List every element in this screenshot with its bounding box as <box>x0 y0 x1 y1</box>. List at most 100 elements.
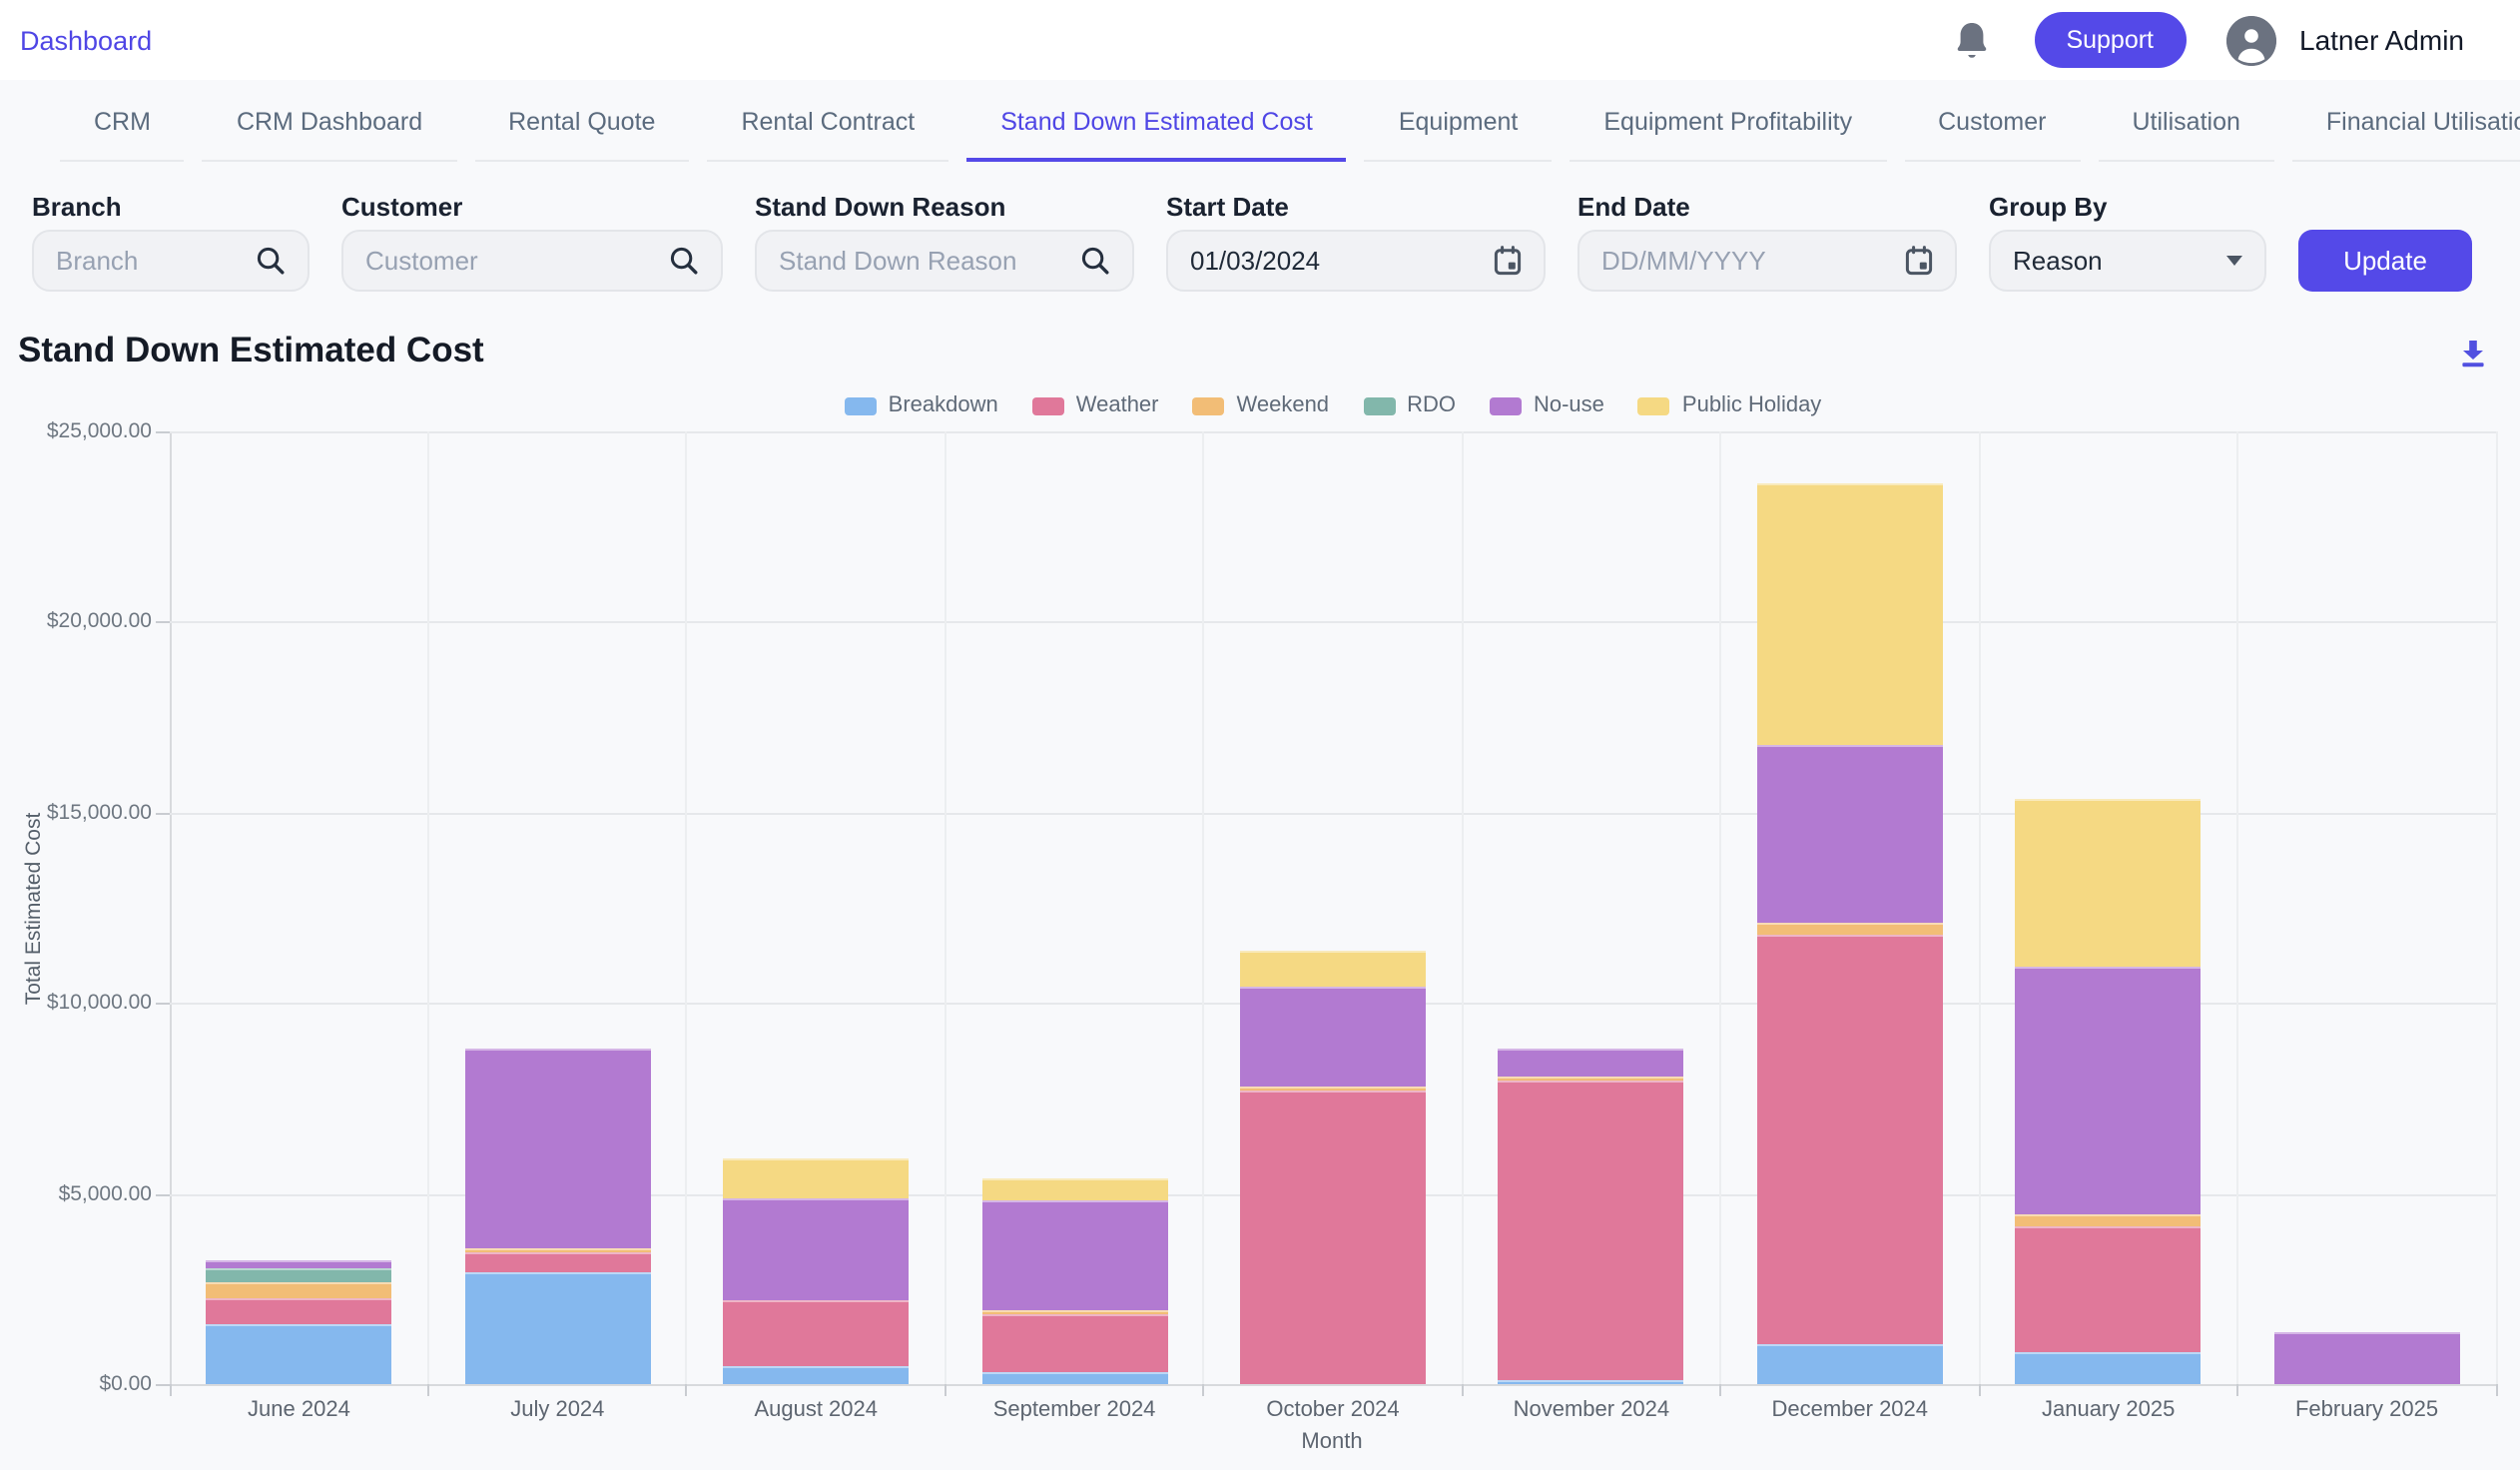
bar-segment-weather-july-2024[interactable] <box>464 1251 650 1272</box>
bell-icon <box>1952 19 1990 61</box>
x-tick-label-november-2024: November 2024 <box>1514 1398 1670 1422</box>
y-tick-label: $25,000.00 <box>0 419 152 443</box>
bar-segment-breakdown-november-2024[interactable] <box>1499 1381 1684 1384</box>
legend-label-no-use: No-use <box>1534 393 1604 417</box>
tab-stand-down-estimated-cost[interactable]: Stand Down Estimated Cost <box>966 84 1347 162</box>
tab-crm[interactable]: CRM <box>60 84 185 162</box>
download-icon <box>2456 338 2490 371</box>
x-tick-mark <box>945 1384 946 1396</box>
bar-segment-weather-september-2024[interactable] <box>981 1314 1167 1372</box>
bar-segment-weekend-november-2024[interactable] <box>1499 1076 1684 1080</box>
legend-label-weather: Weather <box>1076 393 1159 417</box>
x-tick-mark <box>686 1384 688 1396</box>
x-tick-mark <box>169 1384 171 1396</box>
tab-equipment[interactable]: Equipment <box>1365 84 1553 162</box>
tab-equipment-profitability[interactable]: Equipment Profitability <box>1570 84 1886 162</box>
dashboard-link[interactable]: Dashboard <box>20 25 152 55</box>
bar-segment-weather-november-2024[interactable] <box>1499 1080 1684 1381</box>
legend-label-breakdown: Breakdown <box>889 393 998 417</box>
bar-segment-weekend-july-2024[interactable] <box>464 1247 650 1251</box>
customer-input[interactable]: Customer <box>341 230 723 292</box>
header-right: Support Latner Admin <box>1952 12 2464 68</box>
legend-label-public-holiday: Public Holiday <box>1682 393 1821 417</box>
stand-down-reason-input[interactable]: Stand Down Reason <box>755 230 1134 292</box>
update-button[interactable]: Update <box>2298 230 2472 292</box>
tab-rental-contract[interactable]: Rental Contract <box>707 84 948 162</box>
start-date-input[interactable]: 01/03/2024 <box>1166 230 1546 292</box>
bar-segment-no-use-november-2024[interactable] <box>1499 1048 1684 1076</box>
bar-segment-no-use-october-2024[interactable] <box>1240 987 1426 1087</box>
bar-segment-weather-june-2024[interactable] <box>206 1299 391 1325</box>
tab-bar: CRMCRM DashboardRental QuoteRental Contr… <box>0 84 2520 162</box>
bar-segment-no-use-july-2024[interactable] <box>464 1049 650 1247</box>
y-tick-mark <box>156 1003 170 1005</box>
tab-rental-quote[interactable]: Rental Quote <box>474 84 689 162</box>
bar-segment-breakdown-july-2024[interactable] <box>464 1272 650 1384</box>
download-chart-button[interactable] <box>2456 338 2490 371</box>
bar-segment-public-holiday-october-2024[interactable] <box>1240 952 1426 987</box>
bar-segment-weekend-december-2024[interactable] <box>1757 923 1943 936</box>
search-icon <box>669 246 699 276</box>
bar-segment-breakdown-january-2025[interactable] <box>2016 1352 2202 1384</box>
branch-input[interactable]: Branch <box>32 230 310 292</box>
group-by-select[interactable]: Reason <box>1989 230 2266 292</box>
gridline-h <box>170 622 2496 624</box>
legend-item-weekend[interactable]: Weekend <box>1193 393 1330 417</box>
bar-segment-no-use-september-2024[interactable] <box>981 1200 1167 1311</box>
tab-crm-dashboard[interactable]: CRM Dashboard <box>203 84 456 162</box>
x-tick-mark <box>1719 1384 1721 1396</box>
legend-item-weather[interactable]: Weather <box>1032 393 1159 417</box>
bar-segment-public-holiday-september-2024[interactable] <box>981 1179 1167 1200</box>
branch-placeholder: Branch <box>56 246 138 276</box>
tab-customer[interactable]: Customer <box>1904 84 2080 162</box>
x-tick-label-august-2024: August 2024 <box>754 1398 878 1422</box>
x-tick-label-june-2024: June 2024 <box>248 1398 350 1422</box>
bar-segment-no-use-february-2025[interactable] <box>2274 1332 2460 1384</box>
gridline-v <box>945 431 946 1384</box>
legend-label-weekend: Weekend <box>1237 393 1330 417</box>
bar-segment-weather-december-2024[interactable] <box>1757 936 1943 1344</box>
bar-segment-no-use-january-2025[interactable] <box>2016 968 2202 1215</box>
x-tick-mark <box>1203 1384 1205 1396</box>
filter-field-branch: BranchBranch <box>32 192 310 292</box>
bar-segment-no-use-august-2024[interactable] <box>723 1198 909 1300</box>
legend-item-no-use[interactable]: No-use <box>1490 393 1604 417</box>
tab-financial-utilisation[interactable]: Financial Utilisation <box>2292 84 2520 162</box>
bar-segment-breakdown-december-2024[interactable] <box>1757 1344 1943 1384</box>
bar-segment-weather-august-2024[interactable] <box>723 1300 909 1366</box>
bar-segment-weekend-june-2024[interactable] <box>206 1282 391 1299</box>
bar-segment-weather-october-2024[interactable] <box>1240 1092 1426 1384</box>
tab-utilisation[interactable]: Utilisation <box>2099 84 2274 162</box>
stand-down-reason-placeholder: Stand Down Reason <box>779 246 1017 276</box>
support-button[interactable]: Support <box>2034 12 2186 68</box>
bar-segment-public-holiday-december-2024[interactable] <box>1757 483 1943 746</box>
bar-segment-breakdown-september-2024[interactable] <box>981 1372 1167 1384</box>
caret-down-icon <box>2226 256 2242 266</box>
filter-label-customer: Customer <box>341 192 723 222</box>
legend-item-breakdown[interactable]: Breakdown <box>845 393 998 417</box>
legend-swatch-breakdown <box>845 396 877 414</box>
bar-segment-breakdown-august-2024[interactable] <box>723 1366 909 1384</box>
user-name[interactable]: Latner Admin <box>2299 24 2464 56</box>
filter-label-stand-down-reason: Stand Down Reason <box>755 192 1134 222</box>
bar-segment-public-holiday-august-2024[interactable] <box>723 1159 909 1198</box>
bar-segment-rdo-june-2024[interactable] <box>206 1268 391 1282</box>
bar-segment-weekend-september-2024[interactable] <box>981 1311 1167 1314</box>
bar-segment-weekend-october-2024[interactable] <box>1240 1087 1426 1092</box>
x-tick-mark <box>2236 1384 2238 1396</box>
bar-segment-no-use-december-2024[interactable] <box>1757 746 1943 923</box>
bar-segment-breakdown-june-2024[interactable] <box>206 1325 391 1384</box>
bar-segment-public-holiday-january-2025[interactable] <box>2016 798 2202 968</box>
gridline-v <box>1203 431 1205 1384</box>
bar-segment-weekend-january-2025[interactable] <box>2016 1215 2202 1227</box>
legend-item-public-holiday[interactable]: Public Holiday <box>1638 393 1821 417</box>
legend-item-rdo[interactable]: RDO <box>1363 393 1456 417</box>
start-date-value: 01/03/2024 <box>1190 246 1320 276</box>
end-date-input[interactable]: DD/MM/YYYY <box>1577 230 1957 292</box>
y-tick-mark <box>156 431 170 433</box>
bar-segment-weather-january-2025[interactable] <box>2016 1227 2202 1352</box>
avatar[interactable] <box>2225 15 2275 65</box>
bar-segment-no-use-june-2024[interactable] <box>206 1261 391 1268</box>
notifications-button[interactable] <box>1952 19 1990 61</box>
y-tick-mark <box>156 622 170 624</box>
